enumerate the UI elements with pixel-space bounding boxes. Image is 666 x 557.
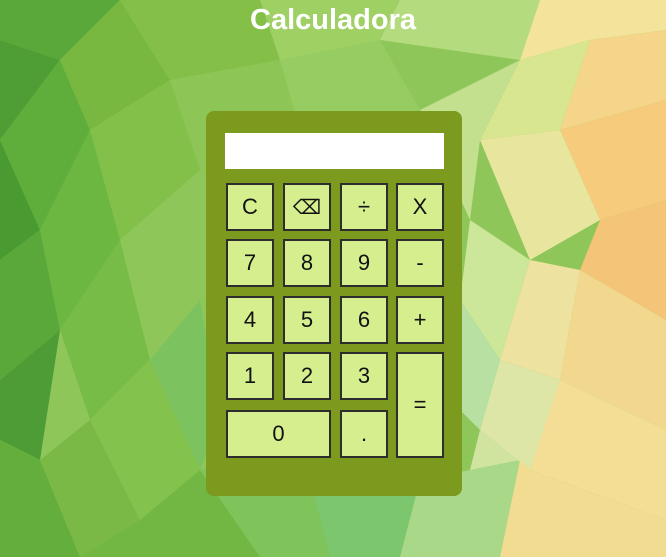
subtract-button[interactable]: - [396,239,444,287]
digit-6-button[interactable]: 6 [340,296,388,344]
clear-button[interactable]: C [226,183,274,231]
decimal-button[interactable]: . [340,410,388,458]
add-button[interactable]: + [396,296,444,344]
digit-4-button[interactable]: 4 [226,296,274,344]
digit-9-button[interactable]: 9 [340,239,388,287]
digit-2-button[interactable]: 2 [283,352,331,400]
digit-5-button[interactable]: 5 [283,296,331,344]
digit-0-button[interactable]: 0 [226,410,331,458]
calculator-display[interactable] [225,133,444,169]
divide-button[interactable]: ÷ [340,183,388,231]
digit-7-button[interactable]: 7 [226,239,274,287]
page-title: Calculadora [250,4,416,36]
backspace-button[interactable]: ⌫ [283,183,331,231]
digit-8-button[interactable]: 8 [283,239,331,287]
equals-button[interactable]: = [396,352,444,458]
calculator: C ⌫ ÷ X 7 8 9 - 4 5 6 + 1 2 3 = 0 . [206,111,462,496]
multiply-button[interactable]: X [396,183,444,231]
digit-1-button[interactable]: 1 [226,352,274,400]
backspace-icon: ⌫ [292,196,322,219]
digit-3-button[interactable]: 3 [340,352,388,400]
